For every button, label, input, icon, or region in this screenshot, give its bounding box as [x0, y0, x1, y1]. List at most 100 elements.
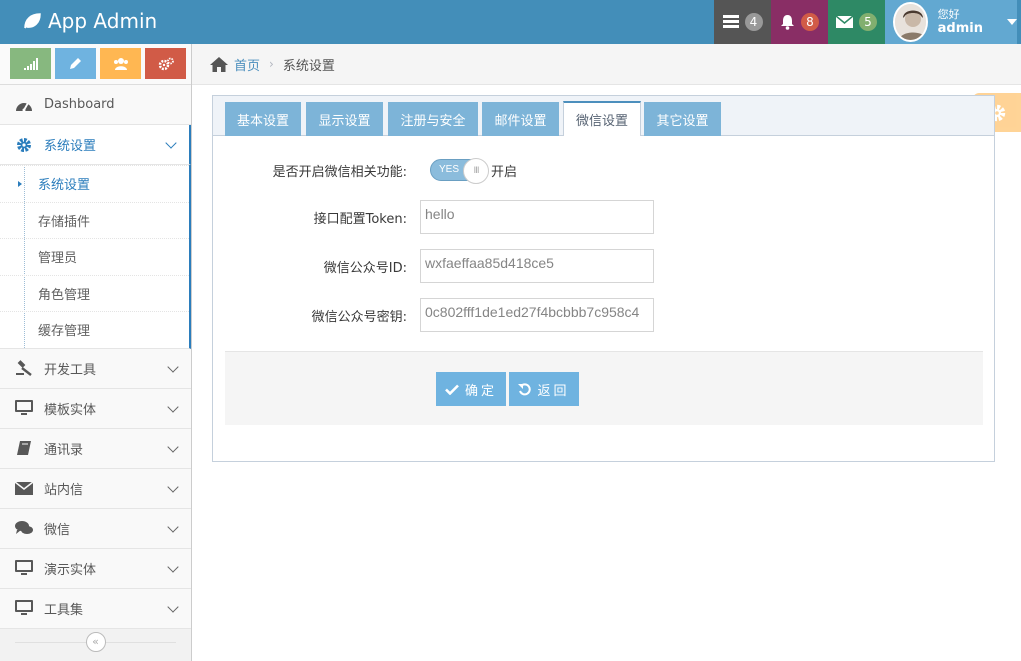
signal-icon [23, 57, 38, 70]
book-icon [14, 439, 34, 457]
breadcrumb-current: 系统设置 [282, 58, 335, 74]
submenu-item-system-settings[interactable]: 系统设置 [0, 165, 189, 202]
sidebar-item-label: 系统设置 [44, 139, 97, 154]
tab-wechat-settings[interactable]: 微信设置 [563, 101, 641, 136]
comments-icon [14, 519, 34, 537]
breadcrumb-home-link[interactable]: 首页 [210, 55, 260, 74]
confirm-label: 确定 [464, 383, 497, 399]
shortcut-users-button[interactable] [100, 48, 141, 79]
sidebar-item-label: 站内信 [44, 482, 84, 498]
chevron-down-icon [167, 480, 179, 493]
shortcut-signal-button[interactable] [10, 48, 51, 79]
sidebar-item-inbox[interactable]: 站内信 [0, 468, 191, 509]
confirm-button[interactable]: 确定 [436, 372, 506, 406]
dashboard-icon [14, 96, 34, 114]
submenu-item-label: 缓存管理 [38, 324, 91, 340]
system-settings-submenu: 系统设置 存储插件 管理员 角色管理 缓存管理 [0, 165, 191, 349]
sidebar-item-template-entities[interactable]: 模板实体 [0, 388, 191, 429]
sidebar-collapse-bar: « [0, 629, 191, 655]
breadcrumb-separator-icon: › [269, 57, 274, 71]
enable-wechat-toggle[interactable]: YES III [430, 158, 489, 184]
token-input[interactable]: hello [420, 200, 654, 234]
sidebar-item-dashboard[interactable]: Dashboard [0, 85, 191, 125]
settings-panel: 基本设置 显示设置 注册与安全 邮件设置 微信设置 其它设置 是否开启微信相关功… [212, 95, 995, 462]
tab-register-security[interactable]: 注册与安全 [388, 102, 478, 136]
chevron-down-icon [165, 137, 177, 149]
secret-input[interactable]: 0c802fff1de1ed27f4bcbbb7c958c4 [420, 298, 654, 332]
chevron-down-icon [167, 520, 179, 533]
tab-other-settings[interactable]: 其它设置 [644, 102, 721, 136]
gavel-icon [14, 359, 34, 377]
enable-wechat-label: 是否开启微信相关功能: [272, 164, 407, 180]
submenu-item-label: 角色管理 [38, 287, 91, 303]
submenu-item-label: 存储插件 [38, 214, 91, 230]
bell-icon [781, 15, 794, 30]
home-icon [210, 56, 228, 72]
brand[interactable]: App Admin [22, 9, 157, 33]
shortcut-pencil-button[interactable] [55, 48, 96, 79]
submenu-item-roles[interactable]: 角色管理 [0, 274, 189, 312]
submenu-item-label: 系统设置 [38, 178, 91, 194]
tasks-icon [722, 15, 739, 28]
caret-down-icon [1007, 19, 1017, 25]
sidebar-item-label: Dashboard [44, 97, 115, 112]
top-navbar: App Admin 4 8 5 您好 admin [0, 0, 1021, 44]
user-menu[interactable]: 您好 admin [885, 0, 1017, 44]
sidebar-item-demo-entities[interactable]: 演示实体 [0, 548, 191, 589]
envelope-icon [836, 16, 853, 28]
toggle-on-text: YES [439, 164, 460, 175]
sidebar-item-wechat[interactable]: 微信 [0, 508, 191, 549]
messages-button[interactable]: 5 [828, 0, 885, 44]
tab-display-settings[interactable]: 显示设置 [306, 102, 383, 136]
chevron-down-icon [167, 440, 179, 453]
sidebar-shortcuts [0, 44, 191, 85]
sidebar-item-label: 演示实体 [44, 562, 97, 578]
undo-icon [518, 382, 532, 395]
tab-mail-settings[interactable]: 邮件设置 [482, 102, 559, 136]
form-row-appid: 微信公众号ID: wxfaeffaa85d418ce5 [213, 248, 994, 284]
submenu-item-admins[interactable]: 管理员 [0, 238, 189, 275]
sidebar: Dashboard 系统设置 系统设置 存储插件 管理员 角色管理 缓存管理 开 [0, 44, 192, 661]
sidebar-item-label: 开发工具 [44, 362, 97, 378]
breadcrumb-home-label: 首页 [234, 58, 261, 74]
secret-label: 微信公众号密钥: [311, 309, 407, 325]
desktop-icon [14, 559, 34, 577]
sidebar-item-system-settings[interactable]: 系统设置 [0, 125, 191, 165]
form-row-secret: 微信公众号密钥: 0c802fff1de1ed27f4bcbbb7c958c4 [213, 297, 994, 333]
user-name: admin [937, 21, 983, 36]
notifications-badge: 8 [801, 13, 819, 31]
sidebar-item-contacts[interactable]: 通讯录 [0, 428, 191, 469]
submenu-item-label: 管理员 [38, 251, 78, 267]
shortcut-cogs-button[interactable] [145, 48, 186, 79]
gear-icon [14, 136, 34, 154]
toggle-knob-icon: III [463, 158, 489, 184]
caret-right-icon [18, 181, 22, 187]
double-chevron-left-icon[interactable]: « [85, 631, 106, 652]
submenu-item-storage-plugins[interactable]: 存储插件 [0, 201, 189, 239]
messages-badge: 5 [859, 13, 877, 31]
appid-input[interactable]: wxfaeffaa85d418ce5 [420, 249, 654, 283]
back-label: 返回 [537, 383, 570, 399]
notifications-button[interactable]: 8 [771, 0, 828, 44]
envelope-icon [14, 479, 34, 497]
sidebar-item-label: 模板实体 [44, 402, 97, 418]
desktop-icon [14, 399, 34, 417]
leaf-icon [24, 13, 41, 29]
sidebar-item-label: 微信 [44, 522, 71, 538]
breadcrumb: 首页 › 系统设置 [192, 44, 1021, 85]
form-row-token: 接口配置Token: hello [213, 199, 994, 235]
tab-basic-settings[interactable]: 基本设置 [225, 102, 301, 136]
token-label: 接口配置Token: [313, 211, 407, 227]
form-row-enable-wechat: 是否开启微信相关功能: YES III 开启 [213, 152, 994, 188]
back-button[interactable]: 返回 [509, 372, 579, 406]
submenu-item-cache[interactable]: 缓存管理 [0, 311, 189, 348]
enable-wechat-state: 开启 [491, 164, 518, 180]
sidebar-item-dev-tools[interactable]: 开发工具 [0, 348, 191, 389]
users-icon [113, 58, 128, 70]
chevron-down-icon [167, 560, 179, 573]
chevron-down-icon [167, 360, 179, 373]
sidebar-item-toolkit[interactable]: 工具集 [0, 588, 191, 629]
tasks-button[interactable]: 4 [714, 0, 771, 44]
sidebar-item-label: 工具集 [44, 602, 84, 618]
tasks-badge: 4 [744, 13, 763, 31]
